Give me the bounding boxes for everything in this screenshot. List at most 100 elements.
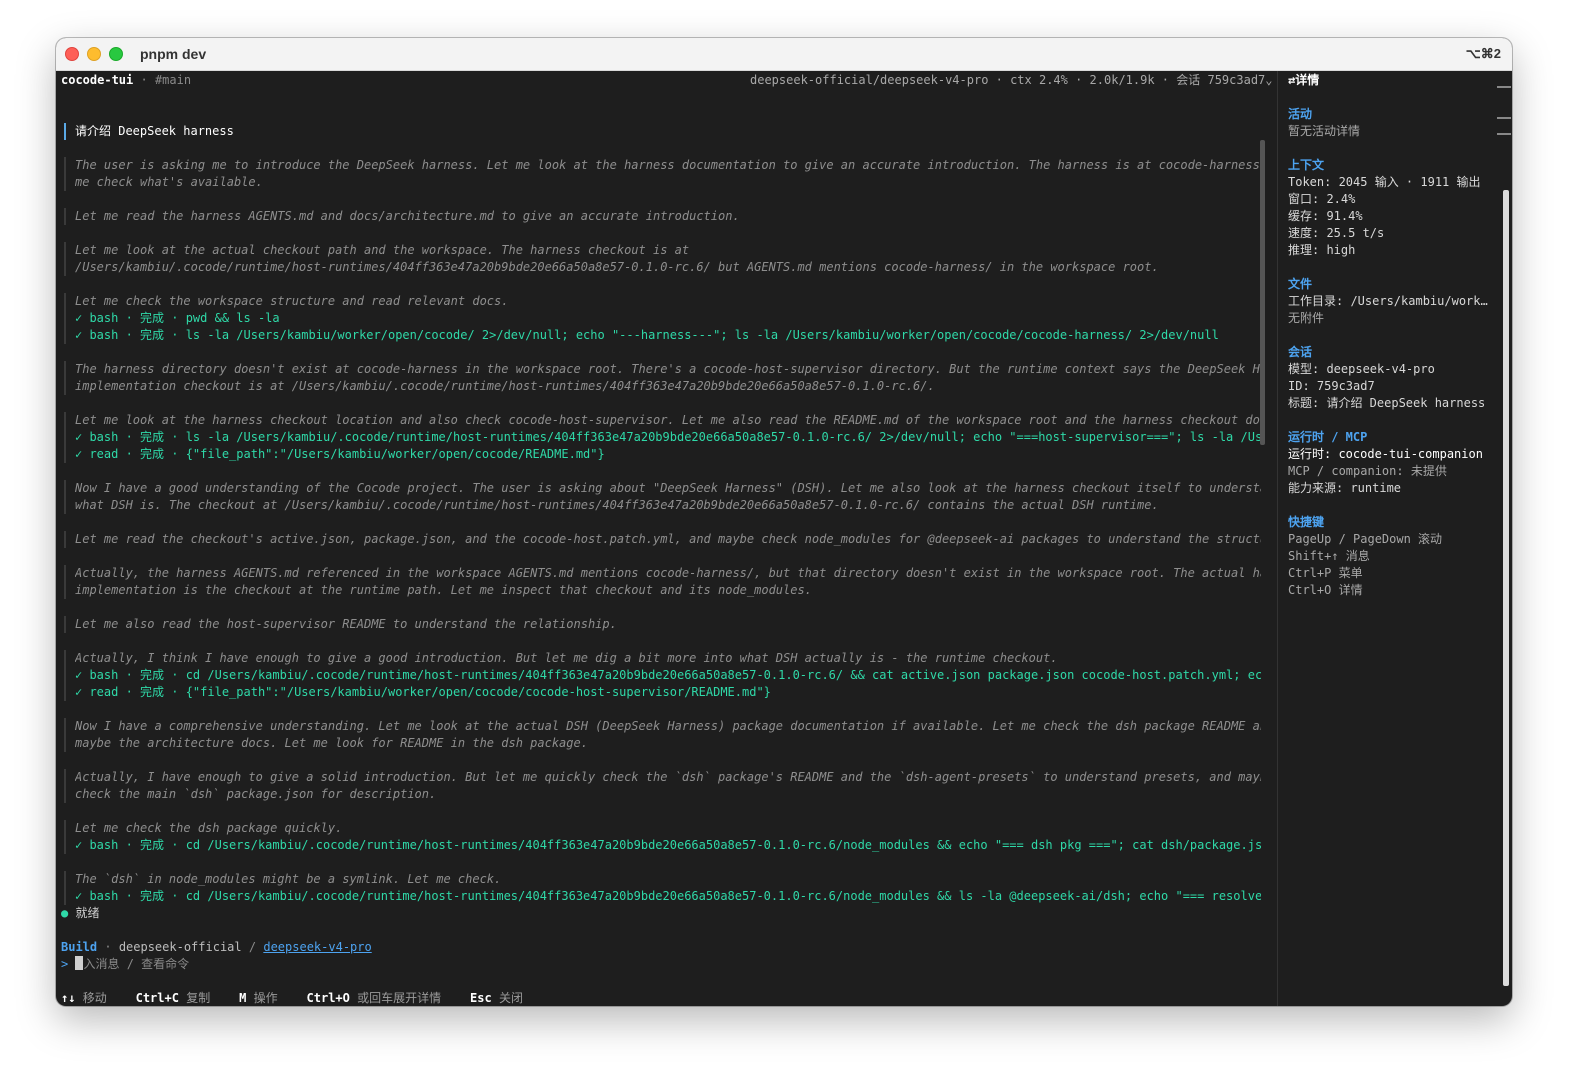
user-prompt: 请介绍 DeepSeek harness bbox=[75, 124, 234, 138]
status-dot-icon: ● bbox=[61, 906, 69, 920]
thinking-bar bbox=[64, 871, 66, 905]
thinking-bar bbox=[64, 480, 66, 514]
window-shortcut: ⌥⌘2 bbox=[1465, 46, 1501, 61]
speed: 速度: 25.5 t/s bbox=[1288, 226, 1385, 240]
thinking-bar bbox=[64, 361, 66, 395]
tool-call-line[interactable]: ✓ bash · 完成 · pwd && ls -la bbox=[75, 310, 1261, 327]
session-heading: 会话 bbox=[1288, 345, 1313, 359]
window-usage: 窗口: 2.4% bbox=[1288, 192, 1356, 206]
thinking-line: Let me look at the actual checkout path … bbox=[75, 243, 690, 257]
thinking-line: check the main `dsh` package.json for de… bbox=[75, 787, 437, 801]
session-model: 模型: deepseek-v4-pro bbox=[1288, 362, 1435, 376]
thinking-line: The user is asking me to introduce the D… bbox=[75, 158, 1261, 172]
runtime-heading: 运行时 / MCP bbox=[1288, 430, 1368, 444]
scroll-notch bbox=[1497, 117, 1511, 119]
tool-call-line[interactable]: ✓ read · 完成 · {"file_path":"/Users/kambi… bbox=[75, 684, 1261, 701]
details-sidebar: ⇄详情 活动 暂无活动详情 上下文 Token: 2045 输入 · 1911 … bbox=[1277, 71, 1512, 1006]
thinking-bar bbox=[64, 650, 66, 701]
thinking-bar bbox=[64, 157, 66, 191]
working-directory: 工作目录: /Users/kambiu/worker/open/cocode bbox=[1288, 294, 1493, 308]
zoom-button[interactable] bbox=[109, 47, 123, 61]
thinking-line: maybe the architecture docs. Let me look… bbox=[75, 736, 588, 750]
thinking-bar bbox=[64, 718, 66, 752]
prompt-bar bbox=[64, 123, 66, 140]
input-placeholder: 入消息 / 查看命令 bbox=[83, 957, 190, 971]
capability-source: 能力来源: runtime bbox=[1288, 481, 1402, 495]
scroll-notch bbox=[1497, 133, 1511, 135]
tool-call-line[interactable]: ✓ bash · 完成 · ls -la /Users/kambiu/worke… bbox=[75, 327, 1261, 344]
sidebar-scrollbar[interactable] bbox=[1503, 190, 1509, 986]
close-button[interactable] bbox=[65, 47, 79, 61]
window-title: pnpm dev bbox=[140, 46, 207, 62]
thinking-line: me check what's available. bbox=[75, 175, 263, 189]
thinking-bar bbox=[64, 565, 66, 599]
session-id: ID: 759c3ad7 bbox=[1288, 379, 1375, 393]
terminal-window: pnpm dev ⌥⌘2 cocode-tui · #main deepseek… bbox=[56, 38, 1512, 1006]
footer-hints: ↑↓ 移动 Ctrl+C 复制 M 操作 Ctrl+O 或回车展开详情 Esc … bbox=[61, 991, 523, 1005]
thinking-line: /Users/kambiu/.cocode/runtime/host-runti… bbox=[75, 260, 1159, 274]
build-mode[interactable]: Build bbox=[61, 940, 97, 954]
terminal-content[interactable]: cocode-tui · #main deepseek-official/dee… bbox=[56, 71, 1512, 1006]
tool-call-line[interactable]: ✓ bash · 完成 · cd /Users/kambiu/.cocode/r… bbox=[75, 837, 1261, 854]
sidebar-title[interactable]: ⇄详情 bbox=[1288, 72, 1493, 89]
session-info[interactable]: deepseek-official/deepseek-v4-pro · ctx … bbox=[750, 72, 1290, 89]
thinking-line: Actually, I have enough to give a solid … bbox=[75, 770, 1261, 784]
thinking-line: implementation checkout is at /Users/kam… bbox=[75, 379, 935, 393]
thinking-line: Let me check the dsh package quickly. bbox=[75, 821, 343, 835]
message-input[interactable]: > 入消息 / 查看命令 bbox=[61, 956, 189, 973]
chevron-down-icon: ⌄ bbox=[1265, 73, 1273, 87]
thinking-line: Now I have a comprehensive understanding… bbox=[75, 719, 1261, 733]
mcp-status: MCP / companion: 未提供 bbox=[1288, 464, 1447, 478]
thinking-bar bbox=[64, 293, 66, 344]
runtime-value: 运行时: cocode-tui-companion bbox=[1288, 447, 1483, 461]
thinking-bar bbox=[64, 769, 66, 803]
thinking-line: Let me also read the host-supervisor REA… bbox=[75, 617, 617, 631]
model-link[interactable]: deepseek-v4-pro bbox=[263, 940, 371, 954]
thinking-line: The `dsh` in node_modules might be a sym… bbox=[75, 872, 502, 886]
thinking-line: what DSH is. The checkout at /Users/kamb… bbox=[75, 498, 1159, 512]
thinking-bar bbox=[64, 531, 66, 548]
branch-name: #main bbox=[154, 73, 192, 87]
thinking-line: Let me read the harness AGENTS.md and do… bbox=[75, 209, 740, 223]
thinking-bar bbox=[64, 616, 66, 633]
app-name: cocode-tui bbox=[61, 73, 134, 87]
shortcut-item: Shift+↑ 消息 bbox=[1288, 549, 1370, 563]
title-bar: pnpm dev ⌥⌘2 bbox=[56, 38, 1512, 71]
thinking-bar bbox=[64, 412, 66, 463]
shortcut-item: PageUp / PageDown 滚动 bbox=[1288, 532, 1443, 546]
attachments-empty: 无附件 bbox=[1288, 311, 1325, 325]
prompt-arrow-icon: > bbox=[61, 957, 69, 971]
thinking-line: Now I have a good understanding of the C… bbox=[75, 481, 1261, 495]
tool-call-line[interactable]: ✓ bash · 完成 · cd /Users/kambiu/.cocode/r… bbox=[75, 888, 1261, 905]
status-line: ● 就绪 bbox=[61, 905, 99, 922]
token-usage: Token: 2045 输入 · 1911 输出 bbox=[1288, 175, 1481, 189]
thinking-line: Let me look at the harness checkout loca… bbox=[75, 413, 1261, 427]
shortcut-item: Ctrl+O 详情 bbox=[1288, 583, 1363, 597]
thinking-line: Actually, the harness AGENTS.md referenc… bbox=[75, 566, 1261, 580]
minimize-button[interactable] bbox=[87, 47, 101, 61]
tool-call-line[interactable]: ✓ bash · 完成 · ls -la /Users/kambiu/.coco… bbox=[75, 429, 1261, 446]
tool-call-line[interactable]: ✓ bash · 完成 · cd /Users/kambiu/.cocode/r… bbox=[75, 667, 1261, 684]
status-text: 就绪 bbox=[75, 906, 100, 920]
shortcuts-heading: 快捷键 bbox=[1288, 515, 1325, 529]
thinking-bar bbox=[64, 208, 66, 225]
activity-heading: 活动 bbox=[1288, 107, 1313, 121]
arrows-icon: ↑↓ bbox=[61, 991, 76, 1005]
build-line: Build · deepseek-official / deepseek-v4-… bbox=[61, 940, 372, 954]
activity-empty: 暂无活动详情 bbox=[1288, 124, 1361, 138]
tool-call-line[interactable]: ✓ read · 完成 · {"file_path":"/Users/kambi… bbox=[75, 446, 1261, 463]
thinking-bar bbox=[64, 820, 66, 854]
cache-rate: 缓存: 91.4% bbox=[1288, 209, 1363, 223]
thinking-line: The harness directory doesn't exist at c… bbox=[75, 362, 1261, 376]
app-header: cocode-tui · #main bbox=[61, 73, 192, 87]
scroll-notch bbox=[1497, 86, 1511, 88]
provider-name: deepseek-official bbox=[118, 940, 242, 954]
thinking-line: Let me read the checkout's active.json, … bbox=[75, 532, 1261, 546]
transcript-scrollbar[interactable] bbox=[1260, 140, 1265, 445]
shortcut-item: Ctrl+P 菜单 bbox=[1288, 566, 1363, 580]
reasoning-level: 推理: high bbox=[1288, 243, 1356, 257]
thinking-line: implementation is the checkout at the ru… bbox=[75, 583, 812, 597]
thinking-line: Actually, I think I have enough to give … bbox=[75, 651, 1058, 665]
thinking-bar bbox=[64, 242, 66, 276]
context-heading: 上下文 bbox=[1288, 158, 1325, 172]
